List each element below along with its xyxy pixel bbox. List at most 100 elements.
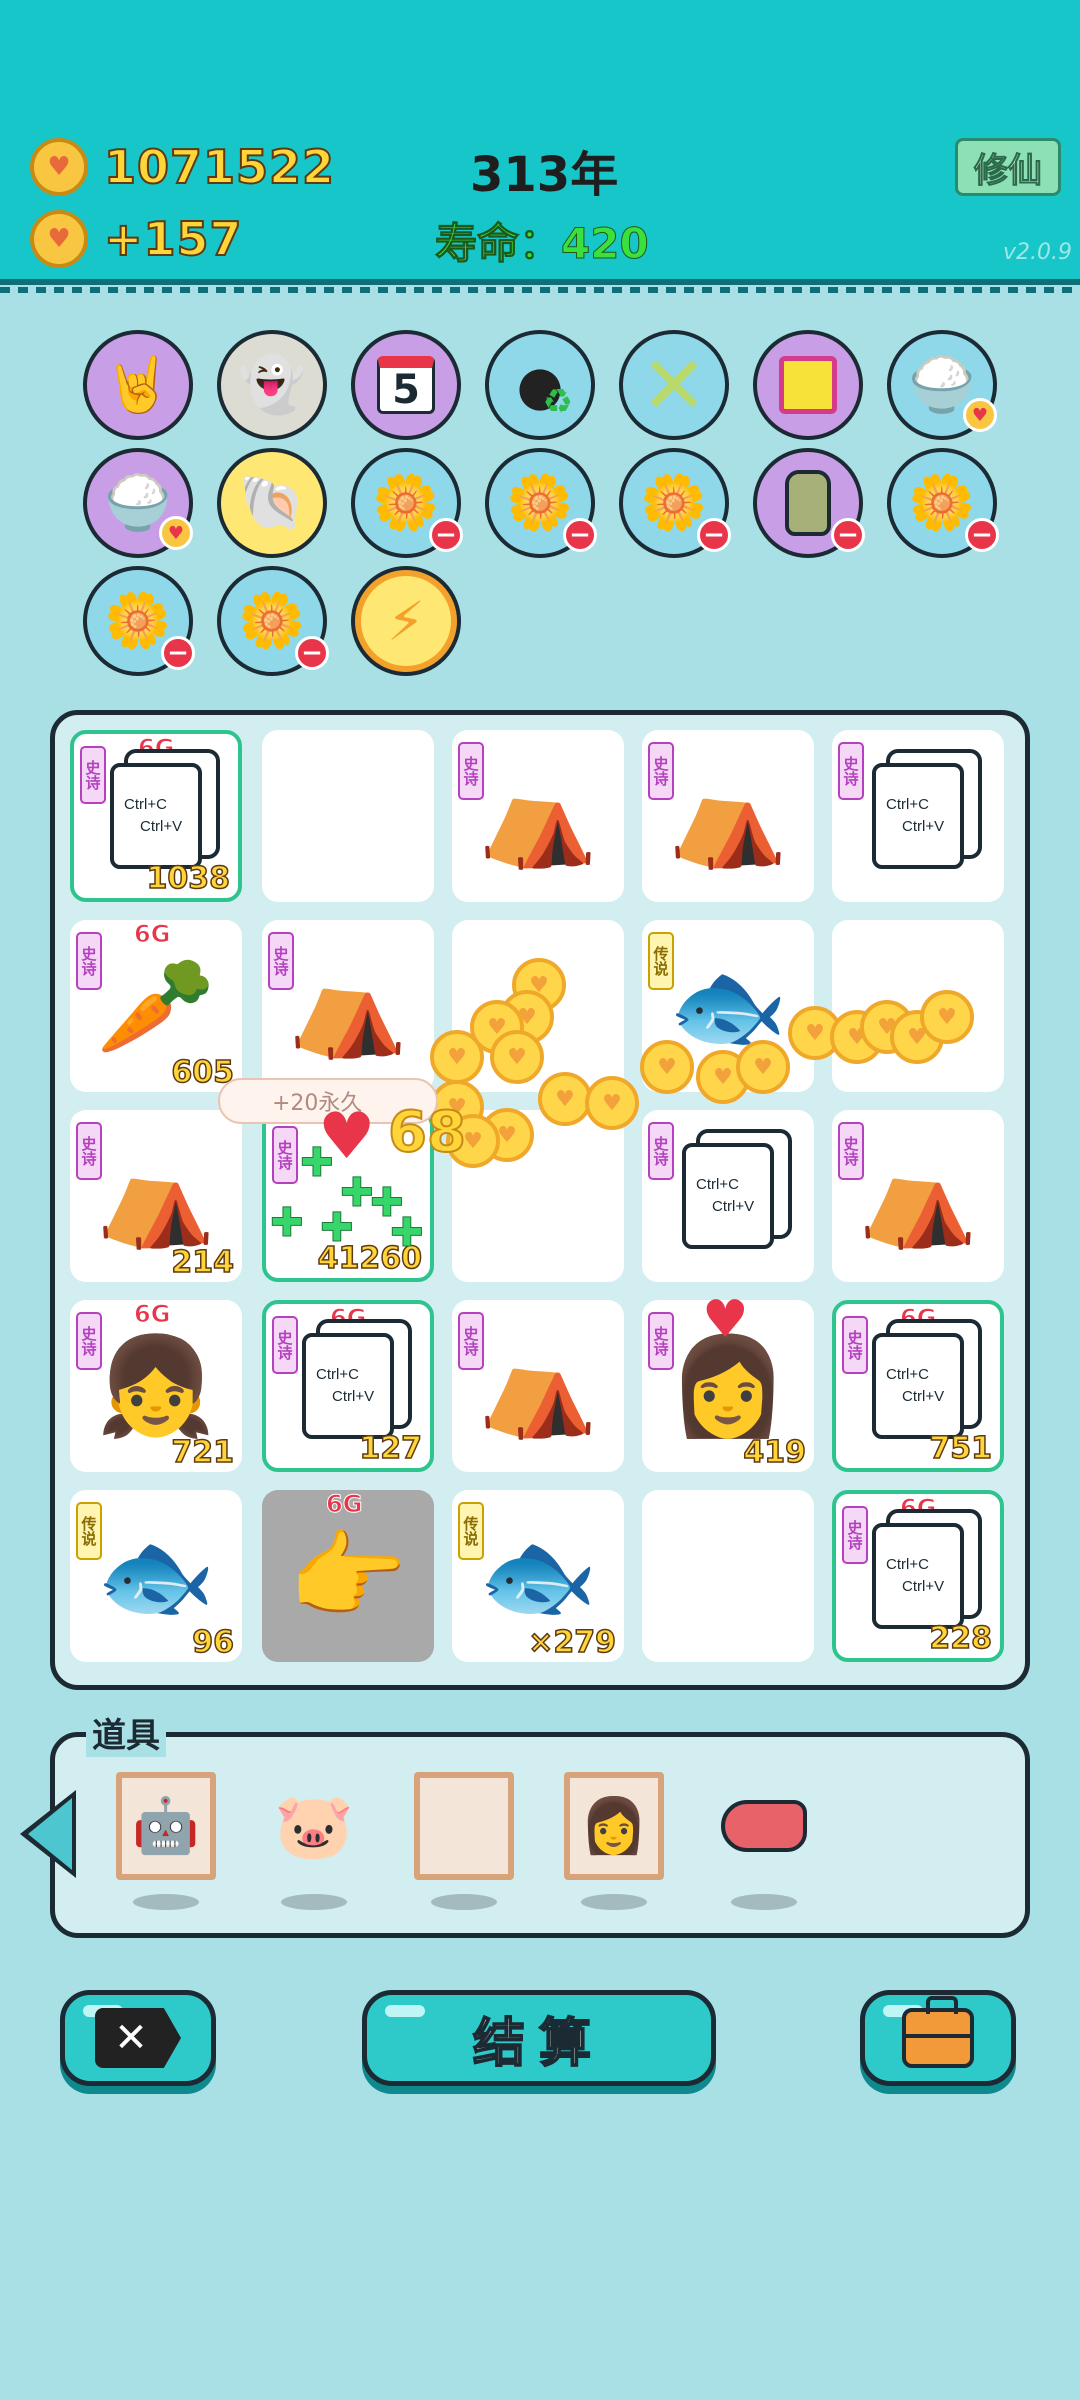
plus-sparkle-icon: ✚ — [300, 1140, 335, 1187]
settle-button[interactable]: 结算 — [362, 1990, 716, 2086]
income-amount: +157 — [103, 211, 243, 267]
epic-tag: 史诗 — [648, 742, 674, 800]
board-cell-empty[interactable] — [832, 920, 1004, 1092]
heart-badge-icon: ♥ — [159, 516, 193, 550]
epic-tag: 史诗 — [838, 742, 864, 800]
6g-badge: 6G — [325, 1490, 362, 1519]
board-cell-tent[interactable]: 史诗 ⛺ 214 — [70, 1110, 242, 1282]
board-cell-koi[interactable]: 传说 🐟 ×279 — [452, 1490, 624, 1662]
board-cell-koi[interactable]: 传说 🐟 96 — [70, 1490, 242, 1662]
empty-frame-icon[interactable] — [414, 1772, 514, 1880]
board-cell-carrot[interactable]: 史诗 6G 🥕 605 — [70, 920, 242, 1092]
potted-flower-icon[interactable]: 🌼 − — [619, 448, 731, 558]
tool-shadow — [281, 1894, 347, 1910]
potted-flower-icon[interactable]: 🌼 − — [351, 448, 463, 558]
rabbit-tent-icon: ⛺ — [478, 760, 598, 872]
ctrl-c-label: Ctrl+C — [886, 1366, 929, 1383]
board-cell-tent[interactable]: 史诗 ⛺ — [642, 730, 814, 902]
woman-portrait-icon[interactable]: 👩 — [564, 1772, 664, 1880]
ghost-icon[interactable]: 👻 — [217, 330, 327, 440]
robot-portrait-icon[interactable]: 🤖 — [116, 1772, 216, 1880]
woman-portrait-icon: 👩 — [668, 1330, 788, 1442]
epic-tag: 史诗 — [80, 746, 106, 804]
board-cell-copy-paste[interactable]: 史诗 6G Ctrl+C Ctrl+V 751 — [832, 1300, 1004, 1472]
plus-sparkle-icon: ✚ — [390, 1210, 425, 1257]
board-cell-copy-paste[interactable]: 史诗 6G Ctrl+C Ctrl+V 127 — [262, 1300, 434, 1472]
lightning-icon[interactable]: ⚡ — [351, 566, 461, 676]
6g-label: 6G — [899, 1304, 937, 1333]
shell-icon[interactable]: 🐚 — [217, 448, 327, 558]
board-cell-woman[interactable]: 史诗 👩 ♥ 419 — [642, 1290, 814, 1472]
cell-count: ×279 — [527, 1624, 616, 1661]
cell-count: 214 — [171, 1244, 235, 1281]
remove-icon[interactable]: − — [965, 518, 999, 552]
board-cell-copy-paste[interactable]: 史诗 6G Ctrl+C Ctrl+V 1038 — [70, 730, 242, 902]
board-cell-empty[interactable] — [642, 1490, 814, 1662]
xiuxian-button[interactable]: 修仙 — [955, 138, 1061, 196]
ctrl-v-label: Ctrl+V — [712, 1198, 755, 1215]
recycle-bag-icon[interactable]: ● ♻ — [485, 330, 595, 440]
epic-tag: 史诗 — [76, 1122, 102, 1180]
coin-balance: ♥ 1071522 — [30, 138, 335, 196]
liver-icon[interactable] — [714, 1772, 814, 1880]
heart-badge-icon: ♥ — [963, 398, 997, 432]
lifespan-label: 寿命：420 — [435, 219, 650, 269]
piggy-bank-icon[interactable]: 🐷 — [264, 1772, 364, 1880]
koi-fish-icon: 🐟 — [96, 1520, 216, 1632]
rock-hand-icon[interactable]: 🤘 — [83, 330, 193, 440]
board-cell-copy-paste[interactable]: 史诗 Ctrl+C Ctrl+V — [832, 730, 1004, 902]
briefcase-icon — [902, 1996, 974, 2068]
potted-flower-icon[interactable]: 🌼 − — [887, 448, 999, 558]
koi-fish-icon: 🐟 — [668, 950, 788, 1062]
potted-flower-icon[interactable]: 🌼 − — [217, 566, 329, 676]
chopsticks-icon[interactable]: ✕ — [619, 330, 729, 440]
board-cell-girl[interactable]: 史诗 6G 👧 721 — [70, 1300, 242, 1472]
6g-label: 6G — [133, 920, 171, 949]
ctrl-v-label: Ctrl+V — [902, 1578, 945, 1595]
pointing-hand-icon: 👉 — [288, 1520, 408, 1632]
epic-tag: 史诗 — [648, 1312, 674, 1370]
ctrl-c-label: Ctrl+C — [696, 1176, 739, 1193]
board-cell-copy-paste[interactable]: 史诗 6G Ctrl+C Ctrl+V 228 — [832, 1490, 1004, 1662]
6g-label: 6G — [899, 1494, 937, 1523]
remove-icon[interactable]: − — [295, 636, 329, 670]
board-cell-copy-paste[interactable]: 史诗 Ctrl+C Ctrl+V — [642, 1110, 814, 1282]
flying-coin-icon: ♥ — [430, 1030, 484, 1084]
board-cell-tent[interactable]: 史诗 ⛺ — [832, 1110, 1004, 1282]
board-cell-tent[interactable]: 史诗 ⛺ — [452, 1300, 624, 1472]
cell-count: 419 — [743, 1434, 807, 1471]
epic-tag: 史诗 — [648, 1122, 674, 1180]
close-icon: ✕ — [95, 2008, 181, 2068]
cell-count: 127 — [359, 1430, 423, 1467]
calendar-icon[interactable]: 5 — [351, 330, 461, 440]
rice-bowl-icon[interactable]: 🍚 ♥ — [887, 330, 997, 440]
scroll-left-arrow-icon[interactable] — [20, 1790, 76, 1878]
coin-income: ♥ +157 — [30, 210, 243, 268]
rabbit-tent-icon: ⛺ — [668, 760, 788, 872]
board-cell-tent[interactable]: 史诗 ⛺ — [262, 920, 434, 1092]
epic-tag: 史诗 — [458, 1312, 484, 1370]
version-label: v2.0.9 — [1003, 240, 1072, 265]
garbage-bag-icon[interactable]: − — [753, 448, 865, 558]
6g-badge: 6G — [133, 920, 171, 949]
board-cell-tent[interactable]: 史诗 ⛺ — [452, 730, 624, 902]
copy-paste-icon: Ctrl+C Ctrl+V — [872, 763, 964, 869]
inventory-button[interactable] — [860, 1990, 1016, 2086]
board-cell-empty[interactable] — [262, 730, 434, 902]
potted-flower-icon[interactable]: 🌼 − — [83, 566, 195, 676]
potted-flower-icon[interactable]: 🌼 − — [485, 448, 597, 558]
flying-coin-icon: ♥ — [920, 990, 974, 1044]
exit-button[interactable]: ✕ — [60, 1990, 216, 2086]
remove-icon[interactable]: − — [161, 636, 195, 670]
top-bar: ♥ 1071522 ♥ +157 313年 寿命：420 修仙 v2.0.9 — [0, 0, 1080, 293]
legend-tag: 传说 — [76, 1502, 102, 1560]
board-cell-pointer[interactable]: 6G 👉 — [262, 1490, 434, 1662]
remove-icon[interactable]: − — [429, 518, 463, 552]
remove-icon[interactable]: − — [831, 518, 865, 552]
tv-icon[interactable] — [753, 330, 863, 440]
rice-bowl-icon[interactable]: 🍚 ♥ — [83, 448, 193, 558]
epic-tag: 史诗 — [838, 1122, 864, 1180]
remove-icon[interactable]: − — [563, 518, 597, 552]
6g-label: 6G — [137, 734, 175, 763]
remove-icon[interactable]: − — [697, 518, 731, 552]
